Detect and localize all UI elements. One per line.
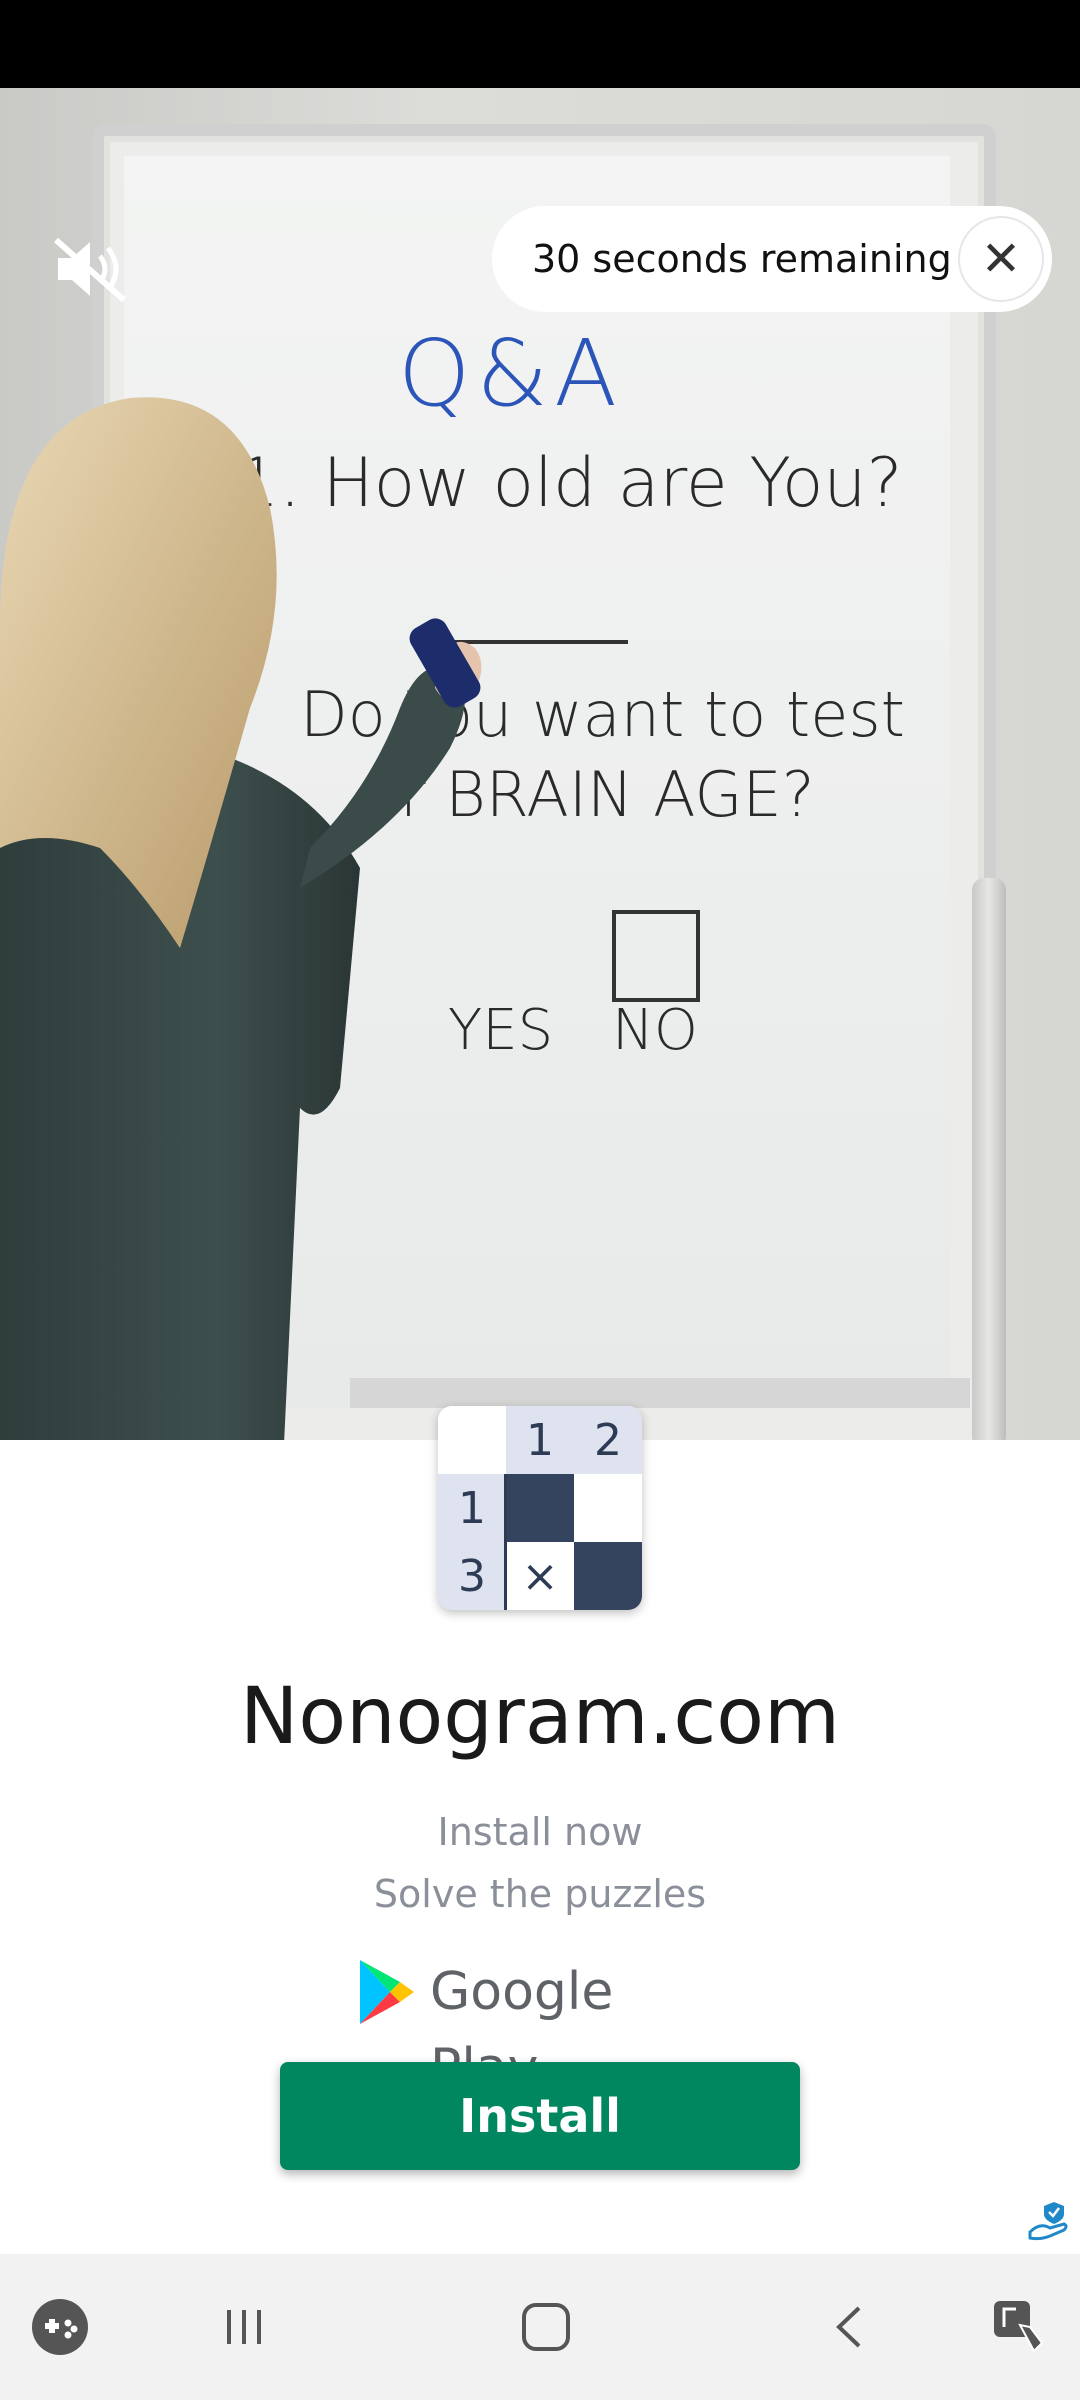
recents-button[interactable] xyxy=(184,2254,304,2400)
presenter-figure xyxy=(0,397,482,1440)
close-button[interactable]: ✕ xyxy=(960,218,1042,300)
countdown-pill: 30 seconds remaining ✕ xyxy=(492,206,1052,312)
logo-empty-cell xyxy=(574,1474,642,1542)
app-logo: 1 2 1 3 × xyxy=(438,1406,642,1610)
accessibility-icon xyxy=(994,2301,1044,2353)
back-button[interactable] xyxy=(790,2254,910,2400)
countdown-text: 30 seconds remaining xyxy=(532,237,952,281)
close-icon: ✕ xyxy=(980,231,1022,287)
home-button[interactable] xyxy=(486,2254,606,2400)
recents-icon xyxy=(227,2310,261,2344)
volume-muted-icon[interactable] xyxy=(52,234,132,304)
game-launcher-button[interactable] xyxy=(0,2254,120,2400)
logo-filled-cell xyxy=(574,1542,642,1610)
game-launcher-icon xyxy=(32,2299,88,2355)
install-button[interactable]: Install xyxy=(280,2062,800,2170)
logo-col-clue: 2 xyxy=(574,1406,642,1474)
app-tagline-2: Solve the puzzles xyxy=(373,1872,707,1916)
whiteboard-stand xyxy=(972,878,1006,1440)
status-bar xyxy=(0,0,1080,88)
logo-corner-cell xyxy=(438,1406,506,1474)
logo-x-cell: × xyxy=(506,1542,574,1610)
logo-col-clue: 1 xyxy=(506,1406,574,1474)
app-tagline-1: Install now xyxy=(437,1810,643,1854)
adchoices-icon[interactable] xyxy=(1026,2198,1070,2242)
system-nav-bar xyxy=(0,2254,1080,2400)
home-icon xyxy=(522,2303,570,2351)
logo-divider xyxy=(504,1474,507,1610)
google-play-badge: Google Play xyxy=(356,1954,724,2098)
back-icon xyxy=(836,2306,861,2348)
accessibility-button[interactable] xyxy=(960,2254,1080,2400)
store-name: Google Play xyxy=(430,1962,614,2098)
google-play-icon xyxy=(360,1960,414,2024)
logo-row-clue: 3 xyxy=(438,1542,506,1610)
app-name: Nonogram.com xyxy=(240,1672,840,1762)
checkbox-drawing xyxy=(612,910,700,1002)
logo-row-clue: 1 xyxy=(438,1474,506,1542)
ad-video[interactable]: Q&A 1. How old are You? Do You want to t… xyxy=(0,88,1080,1440)
whiteboard-no: NO xyxy=(612,998,698,1063)
logo-filled-cell xyxy=(506,1474,574,1542)
